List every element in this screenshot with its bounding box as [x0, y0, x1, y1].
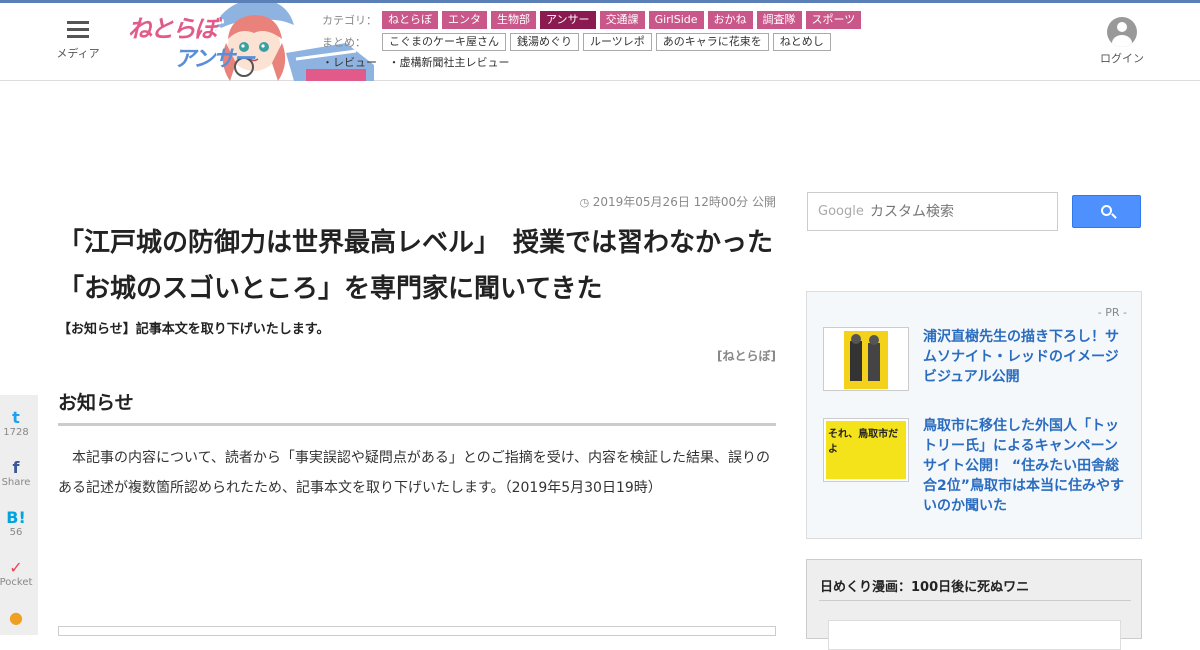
logo-text-netorabo: ねとらぼ	[128, 15, 218, 43]
publish-date-text: 2019年05月26日 12時00分 公開	[592, 195, 776, 209]
login-label: ログイン	[1100, 52, 1144, 65]
pr-thumbnail-1[interactable]	[823, 327, 909, 391]
manga-widget: 日めくり漫画：100日後に死ぬワニ	[806, 559, 1142, 650]
facebook-icon: f	[12, 458, 20, 477]
pr-thumbnail-illustration	[850, 334, 880, 381]
matome-link[interactable]: あのキャラに花束を	[655, 33, 769, 51]
matome-link[interactable]: 銭湯めぐり	[510, 33, 579, 51]
comment-icon: ●	[9, 608, 23, 627]
pr-thumbnail-2[interactable]: それ、鳥取市だよ	[823, 418, 909, 482]
manga-heading: 日めくり漫画：100日後に死ぬワニ	[820, 580, 1030, 595]
category-tab[interactable]: 生物部	[491, 11, 536, 29]
pr-thumbnail-2-text: それ、鳥取市だよ	[828, 429, 899, 455]
hatena-icon: B!	[6, 508, 26, 527]
article-footer-box	[58, 626, 776, 636]
category-tab[interactable]: 交通課	[599, 11, 645, 29]
article-credit: [ねとらぼ]	[717, 349, 776, 363]
pocket-icon: ✓	[9, 558, 23, 577]
category-tab[interactable]: おかね	[707, 11, 753, 29]
category-tab[interactable]: エンタ	[442, 11, 487, 29]
google-brand-label: Google	[818, 204, 864, 219]
logo-text-answer: アンサー	[174, 47, 255, 72]
category-tab[interactable]: GirlSide	[648, 11, 704, 29]
category-tab[interactable]: 調査隊	[756, 11, 802, 29]
article-title: 「江戸城の防御力は世界最高レベル」 授業では習わなかった「お城のスゴいところ」を…	[58, 228, 774, 304]
search-button[interactable]	[1072, 195, 1141, 228]
manga-content[interactable]	[828, 620, 1121, 650]
search-input[interactable]	[870, 201, 1050, 223]
category-nav: カテゴリ： ねとらぼ エンタ 生物部 アンサー 交通課 GirlSide おかね 調査隊 スポー…	[322, 9, 865, 70]
share-bar: t 1728 f Share B! 56 ✓ Pocket ●	[0, 395, 38, 635]
pr-link-2[interactable]: 鳥取市に移住した外国人「トットリー氏」によるキャンペーンサイト公開！ “住みたい…	[923, 416, 1129, 516]
review-link[interactable]: ・レビュー	[322, 56, 377, 69]
facebook-share-button[interactable]: f Share	[0, 458, 36, 489]
user-avatar-icon	[1107, 17, 1137, 47]
review-links: ・レビュー ・虚構新聞社主レビュー	[322, 54, 865, 70]
category-label: カテゴリ：	[322, 14, 377, 27]
category-tab[interactable]: スポーツ	[805, 11, 862, 29]
matome-list: こぐまのケーキ屋さん 銭湯めぐり ルーツレポ あのキャラに花束を ねとめし	[382, 33, 835, 51]
twitter-share-button[interactable]: t 1728	[0, 408, 36, 439]
matome-link[interactable]: ねとめし	[772, 33, 831, 51]
category-list: ねとらぼ エンタ 生物部 アンサー 交通課 GirlSide おかね 調査隊 スポーツ	[382, 11, 865, 29]
custom-search-box: Google	[807, 192, 1058, 231]
matome-link[interactable]: こぐまのケーキ屋さん	[382, 33, 506, 51]
section-heading: お知らせ	[58, 388, 776, 426]
hatena-share-button[interactable]: B! 56	[0, 508, 36, 539]
media-menu-button[interactable]: メディア	[56, 21, 100, 61]
publish-date: ◷ 2019年05月26日 12時00分 公開	[580, 193, 776, 210]
kyoko-review-link[interactable]: ・虚構新聞社主レビュー	[389, 56, 510, 69]
hamburger-icon	[67, 21, 89, 39]
pr-box: - PR - 浦沢直樹先生の描き下ろし！サムソナイト・レッドのイメージビジュアル…	[806, 291, 1142, 539]
pocket-share-button[interactable]: ✓ Pocket	[0, 558, 36, 589]
share-count: 56	[9, 527, 23, 538]
article-lead: 【お知らせ】記事本文を取り下げいたします。	[58, 322, 330, 337]
category-tab[interactable]: アンサー	[540, 11, 596, 29]
login-button[interactable]: ログイン	[1096, 17, 1148, 66]
share-count: Pocket	[0, 577, 33, 588]
article-body: 本記事の内容について、読者から「事実誤認や疑問点がある」とのご指摘を受け、内容を…	[58, 450, 771, 496]
matome-link[interactable]: ルーツレポ	[583, 33, 652, 51]
comment-share-button[interactable]: ●	[0, 609, 36, 627]
share-count: Share	[1, 477, 31, 488]
media-menu-label: メディア	[56, 47, 100, 60]
pr-tag: - PR -	[1097, 306, 1127, 319]
pr-link-1[interactable]: 浦沢直樹先生の描き下ろし！サムソナイト・レッドのイメージビジュアル公開	[923, 327, 1129, 387]
twitter-icon: t	[12, 408, 20, 427]
category-tab[interactable]: ねとらぼ	[382, 11, 438, 29]
clock-icon: ◷	[579, 196, 593, 209]
site-header: メディア ねとらぼ アンサー カテゴリ： ねとらぼ エンタ 生物部 アンサー 交通課 Gi…	[0, 3, 1200, 81]
share-count: 1728	[3, 427, 29, 438]
matome-label: まとめ：	[322, 36, 366, 49]
